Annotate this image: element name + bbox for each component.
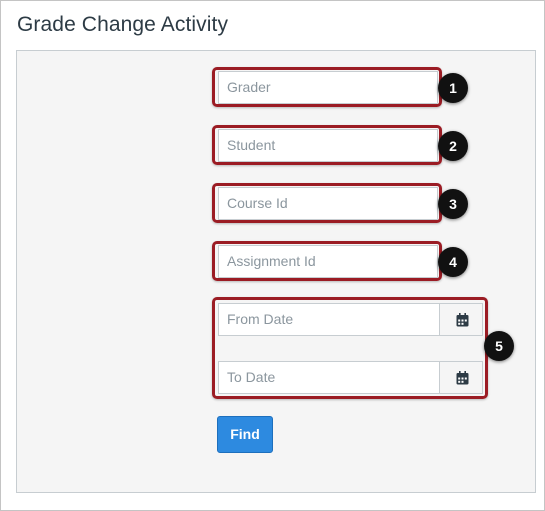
calendar-icon	[456, 371, 469, 385]
callout-badge-2: 2	[438, 131, 468, 161]
page-title: Grade Change Activity	[17, 13, 229, 36]
assignment-id-input[interactable]: Assignment Id	[218, 245, 438, 278]
callout-badge-1: 1	[438, 73, 468, 103]
student-input[interactable]: Student	[218, 129, 438, 162]
find-button[interactable]: Find	[217, 416, 273, 453]
to-date-input[interactable]: To Date	[218, 361, 440, 394]
grader-input[interactable]: Grader	[218, 71, 438, 104]
callout-badge-3: 3	[438, 189, 468, 219]
to-date-picker-button[interactable]	[439, 361, 483, 394]
window-frame: Grade Change Activity Grader 1 Student 2…	[0, 0, 545, 511]
callout-badge-4: 4	[438, 247, 468, 277]
callout-badge-5: 5	[484, 331, 514, 361]
calendar-icon	[456, 313, 469, 327]
from-date-picker-button[interactable]	[439, 303, 483, 336]
course-id-input[interactable]: Course Id	[218, 187, 438, 220]
from-date-input[interactable]: From Date	[218, 303, 440, 336]
